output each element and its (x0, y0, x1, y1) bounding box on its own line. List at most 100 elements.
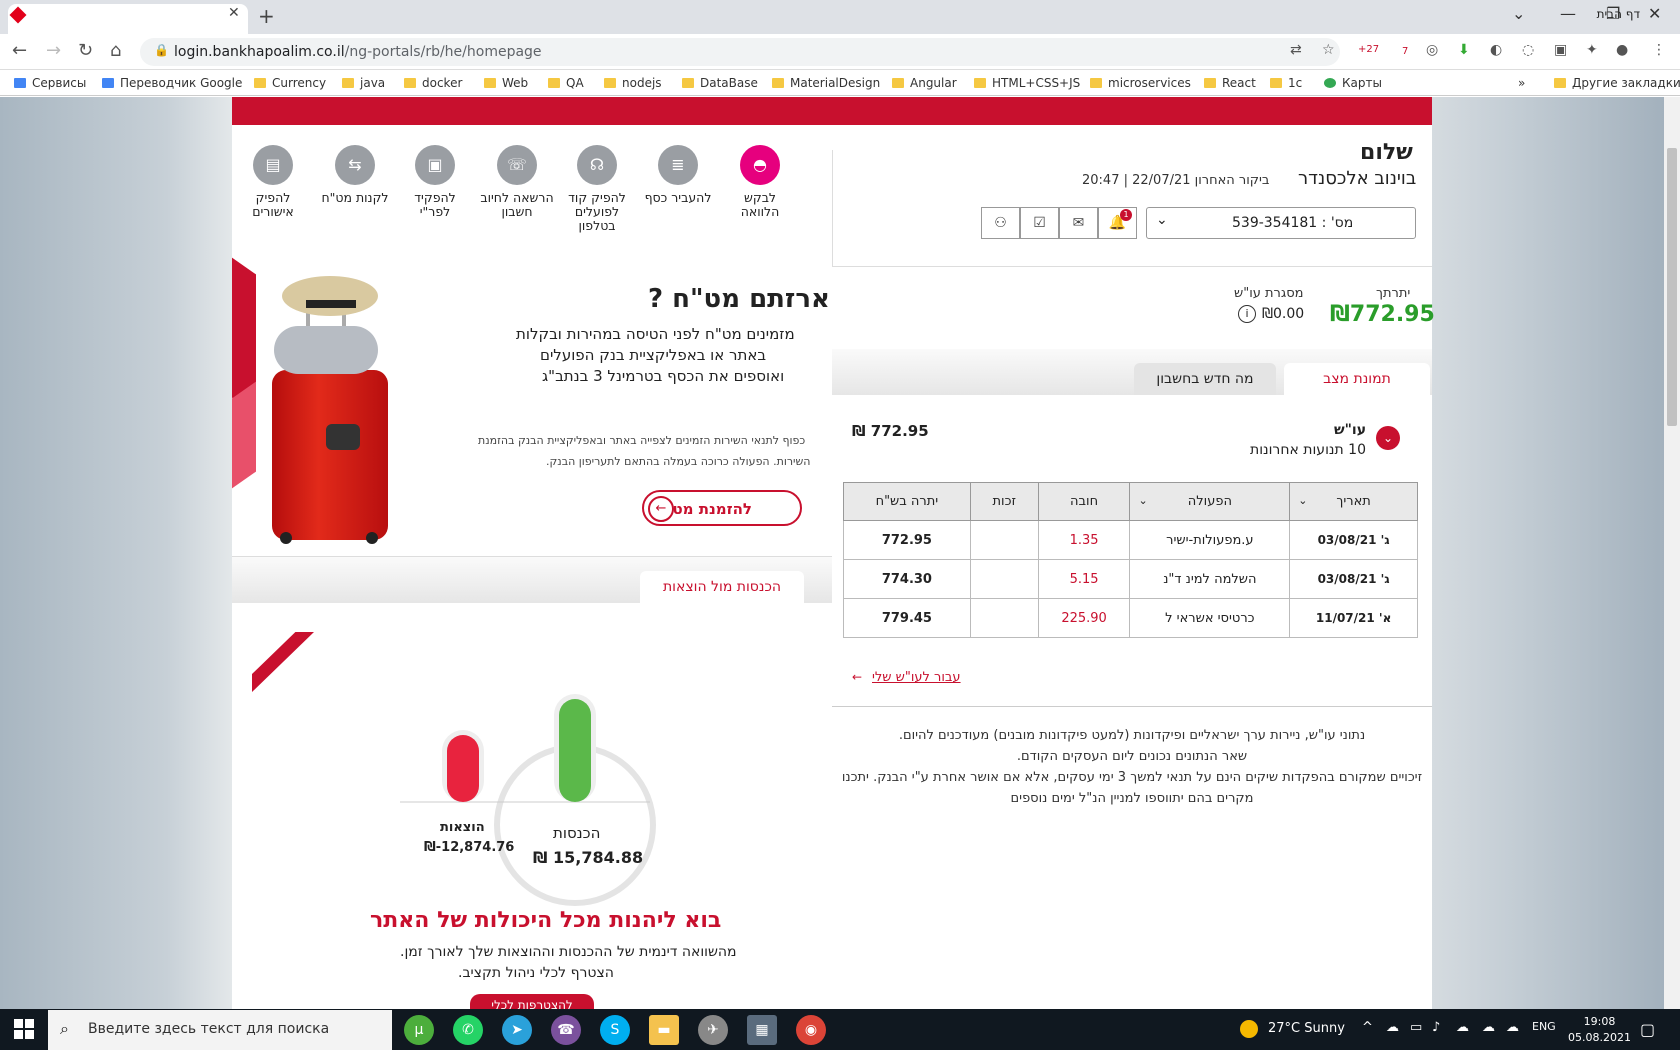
torrent-app-icon[interactable]: µ (404, 1015, 434, 1045)
tab-whats-new[interactable]: מה חדש בחשבון (1134, 363, 1276, 395)
profile-avatar[interactable]: ● (1616, 42, 1628, 58)
bookmarks-overflow-icon[interactable]: » (1518, 76, 1525, 90)
bookmark-folder[interactable]: DataBase (682, 76, 758, 90)
cloud-sync-icon[interactable]: ☁ (1456, 1020, 1469, 1035)
tab-status[interactable]: תמונת מצב (1284, 363, 1430, 395)
extension-icon[interactable]: ◎ (1426, 42, 1438, 58)
maximize-icon[interactable]: ❐ (1606, 4, 1620, 23)
sort-chevron-icon[interactable]: ⌄ (1138, 494, 1147, 507)
extension-icon[interactable]: ◌ (1522, 42, 1534, 58)
extensions-puzzle-icon[interactable]: ✦ (1586, 42, 1598, 58)
windows-start-icon[interactable] (14, 1019, 34, 1039)
telegram-app-icon[interactable]: ➤ (502, 1015, 532, 1045)
new-tab-icon[interactable]: + (258, 4, 275, 28)
notifications-center-icon[interactable]: ▢ (1640, 1020, 1655, 1039)
quick-action-buy-fx[interactable]: ⇆ לקנות מט"ח (318, 145, 392, 205)
file-explorer-icon[interactable]: ▬ (649, 1015, 679, 1045)
close-window-icon[interactable]: ✕ (1648, 4, 1661, 23)
bookmark-star-icon[interactable]: ☆ (1322, 42, 1335, 58)
calculator-app-icon[interactable]: ▦ (747, 1015, 777, 1045)
disclaimer-line: זיכויים שמקורם בהפקדות שיקים הינם על תנא… (841, 770, 1423, 785)
collapse-chevron-icon[interactable]: ⌄ (1376, 426, 1400, 450)
tasks-button[interactable]: ☑ (1020, 207, 1059, 239)
search-icon: ⌕ (60, 1019, 69, 1038)
column-header-debit: חובה (1037, 482, 1131, 521)
advisor-button[interactable]: ⚇ (981, 207, 1020, 239)
info-icon[interactable]: i (1238, 305, 1256, 323)
bookmark-services[interactable]: Сервисы (14, 76, 86, 90)
order-fx-button[interactable]: להזמנת מט"ח ← (642, 490, 802, 526)
table-row[interactable]: ג' 03/08/21 ע.מפעולות-ישיר 1.35 772.95 (843, 520, 1418, 560)
bookmark-folder[interactable]: QA (548, 76, 584, 90)
url-text[interactable]: login.bankhapoalim.co.il/ng-portals/rb/h… (174, 44, 542, 60)
taskbar-clock[interactable]: 19:08 05.08.2021 (1568, 1014, 1631, 1046)
bookmark-translate[interactable]: Переводчик Google (102, 76, 242, 90)
other-bookmarks[interactable]: Другие закладки (1554, 76, 1680, 90)
bookmark-folder[interactable]: 1c (1270, 76, 1302, 90)
extension-badge[interactable]: +27 (1358, 44, 1379, 55)
go-to-checking-link[interactable]: עבור לעו"ש שלי (872, 670, 961, 685)
credit-frame-value: ₪0.00 (1262, 306, 1305, 322)
whatsapp-app-icon[interactable]: ✆ (453, 1015, 483, 1045)
bookmark-folder[interactable]: Web (484, 76, 528, 90)
skype-app-icon[interactable]: S (600, 1015, 630, 1045)
chrome-app-icon[interactable]: ◉ (796, 1015, 826, 1045)
cloud-sync-icon[interactable]: ☁ (1482, 1020, 1495, 1035)
bookmark-folder[interactable]: MaterialDesign (772, 76, 880, 90)
messages-button[interactable]: ✉ (1059, 207, 1098, 239)
table-row[interactable]: א' 11/07/21 כרטיסי אשראי ל 225.90 779.45 (843, 598, 1418, 638)
bookmark-folder[interactable]: nodejs (604, 76, 662, 90)
bookmark-folder[interactable]: HTML+CSS+JS (974, 76, 1080, 90)
extension-icon[interactable]: ▣ (1554, 42, 1567, 58)
translate-icon[interactable]: ⇄ (1290, 42, 1302, 58)
scrollbar-thumb[interactable] (1667, 148, 1677, 426)
bookmark-maps[interactable]: Карты (1324, 76, 1382, 90)
quick-action-certificates[interactable]: ▤ להפיק אישורים (236, 145, 310, 219)
column-header-action[interactable]: הפעולה ⌄ (1129, 482, 1291, 521)
network-icon[interactable]: ▭ (1410, 1020, 1422, 1035)
reload-icon[interactable]: ↻ (78, 40, 93, 61)
volume-icon[interactable]: ♪ (1432, 1020, 1440, 1035)
column-header-date[interactable]: תאריך ⌄ (1289, 482, 1418, 521)
app-icon[interactable]: ✈ (698, 1015, 728, 1045)
quick-action-loan[interactable]: ◓ לבקש הלוואה (723, 145, 797, 219)
bookmark-folder[interactable]: React (1204, 76, 1256, 90)
bookmark-folder[interactable]: microservices (1090, 76, 1191, 90)
lock-icon[interactable]: 🔒 (154, 43, 169, 57)
menu-kebab-icon[interactable]: ⋮ (1652, 42, 1666, 58)
main-navigation-bar[interactable] (232, 97, 1432, 125)
arrow-left-icon[interactable]: ← (852, 670, 862, 684)
tab-income-vs-expense[interactable]: הכנסות מול הוצאות (640, 571, 804, 603)
viber-app-icon[interactable]: ☎ (551, 1015, 581, 1045)
sort-chevron-icon[interactable]: ⌄ (1298, 494, 1307, 507)
download-extension-icon[interactable]: ⬇ (1458, 42, 1470, 58)
bookmark-folder[interactable]: Currency (254, 76, 326, 90)
quick-action-phone-code[interactable]: ☊ להפיק קוד לפועלים בטלפון (560, 145, 634, 233)
quick-action-deposit[interactable]: ▣ להפקיד לפר"י (398, 145, 472, 219)
language-indicator[interactable]: ENG (1532, 1020, 1556, 1033)
column-header-credit: זכות (969, 482, 1039, 521)
wheel (366, 532, 378, 544)
home-icon[interactable]: ⌂ (110, 40, 121, 61)
tab-search-icon[interactable]: ⌄ (1512, 4, 1525, 23)
table-row[interactable]: ג' 03/08/21 השלמה למינ ד"נ 5.15 774.30 (843, 559, 1418, 599)
quick-action-debit-auth[interactable]: ☏ הרשאה לחיוב חשבון (480, 145, 554, 219)
weather-sun-icon[interactable] (1240, 1020, 1258, 1038)
extension-icon[interactable]: ◐ (1490, 42, 1502, 58)
bookmark-folder[interactable]: docker (404, 76, 462, 90)
minimize-icon[interactable]: — (1560, 4, 1576, 23)
cell-debit: 1.35 (1037, 520, 1131, 560)
tray-expand-icon[interactable]: ^ (1362, 1020, 1373, 1035)
expense-value: ₪-12,874.76 (424, 840, 515, 855)
checking-subtitle: 10 תנועות אחרונות (1250, 442, 1366, 458)
extension-badge[interactable]: 7 (1402, 46, 1408, 57)
cloud-sync-icon[interactable]: ☁ (1506, 1020, 1519, 1035)
cloud-icon[interactable]: ☁ (1386, 1020, 1399, 1035)
quick-action-transfer[interactable]: ≣ להעביר כסף (641, 145, 715, 205)
weather-text[interactable]: 27°C Sunny (1268, 1021, 1345, 1036)
forward-icon[interactable]: → (46, 40, 61, 61)
close-tab-icon[interactable]: ✕ (228, 5, 1670, 21)
bookmark-folder[interactable]: java (342, 76, 385, 90)
bookmark-folder[interactable]: Angular (892, 76, 957, 90)
back-icon[interactable]: ← (12, 40, 27, 61)
